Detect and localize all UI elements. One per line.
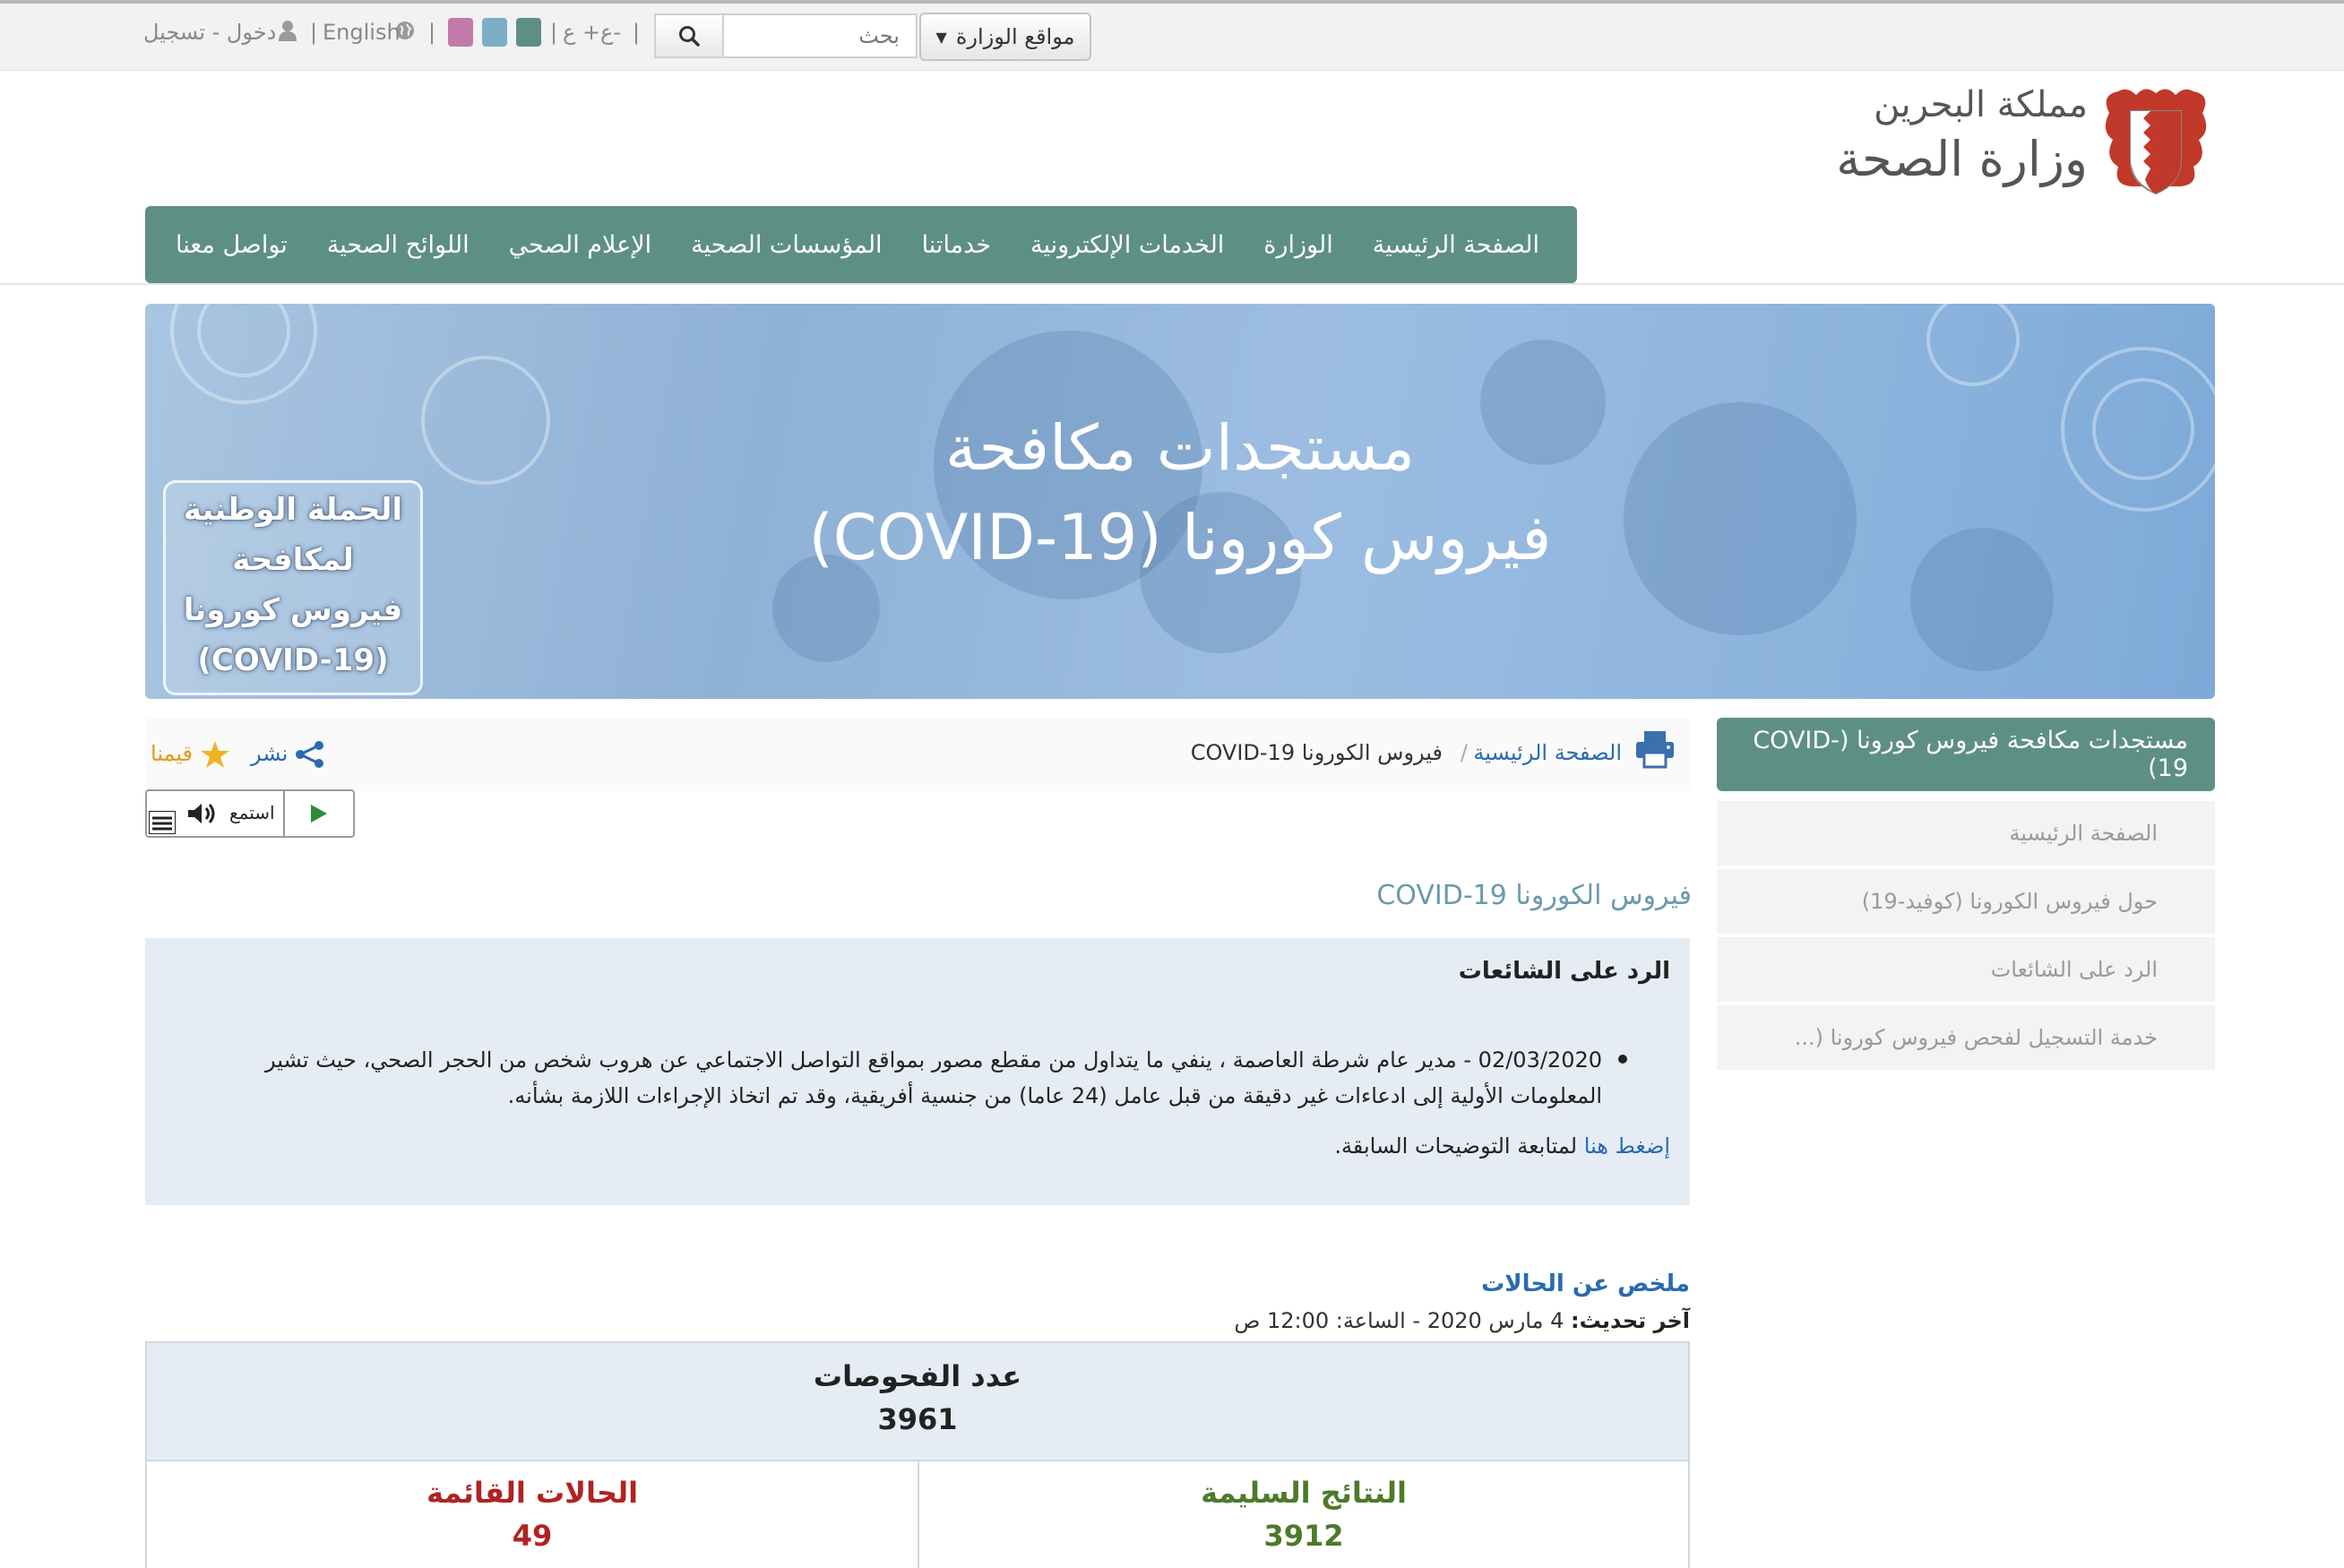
play-icon [311, 805, 327, 823]
nav-item-eservices[interactable]: الخدمات الإلكترونية [1011, 231, 1244, 259]
breadcrumb-bar [145, 718, 1690, 791]
banner-title-line1: مستجدات مكافحة [944, 411, 1416, 485]
listen-label: استمع [229, 802, 275, 823]
theme-swatch-green[interactable] [516, 18, 541, 47]
share-icon [295, 741, 323, 768]
logo-line2: وزارة الصحة [1836, 131, 2088, 187]
star-icon [200, 741, 229, 768]
rumors-title: الرد على الشائعات [1458, 958, 1670, 985]
previous-clarifications: إضغط هنا لمتابعة التوضيحات السابقة. [1334, 1133, 1670, 1159]
active-label: الحالات القائمة [426, 1476, 639, 1510]
tests-label: عدد الفحوصات [813, 1359, 1022, 1393]
divider: | [310, 20, 318, 45]
tests-cell: عدد الفحوصات 3961 [147, 1343, 1688, 1461]
search-icon [679, 26, 700, 47]
nav-item-health-media[interactable]: الإعلام الصحي [489, 231, 672, 259]
covid-banner: مستجدات مكافحة فيروس كورونا (COVID-19) ا… [145, 304, 2215, 699]
cases-summary-table: عدد الفحوصات 3961 النتائج السليمة 3912 ا… [145, 1341, 1690, 1568]
share-label: نشر [251, 741, 289, 766]
sidebar-item-rumors[interactable]: الرد على الشائعات [1717, 937, 2215, 1002]
header-divider [0, 283, 2344, 285]
breadcrumb-current: فيروس الكورونا COVID-19 [1190, 740, 1443, 765]
click-here-link[interactable]: إضغط هنا [1584, 1133, 1670, 1159]
follow-previous-text: لمتابعة التوضيحات السابقة. [1334, 1133, 1578, 1159]
negative-value: 3912 [1263, 1519, 1344, 1553]
nav-item-home[interactable]: الصفحة الرئيسية [1353, 231, 1559, 259]
rumors-box: الرد على الشائعات 02/03/2020 - مدير عام … [145, 938, 1690, 1205]
nav-item-ministry[interactable]: الوزارة [1244, 231, 1352, 259]
active-value: 49 [512, 1519, 553, 1553]
last-update-value: 4 مارس 2020 - الساعة: 12:00 ص [1234, 1308, 1564, 1333]
login-register-link[interactable]: دخول - تسجيل [143, 20, 276, 45]
sidebar-item-about-covid[interactable]: حول فيروس الكورونا (كوفيد-19) [1717, 869, 2215, 934]
play-button[interactable] [283, 791, 353, 836]
last-update-label: آخر تحديث: [1571, 1308, 1690, 1333]
last-update: آخر تحديث: 4 مارس 2020 - الساعة: 12:00 ص [1234, 1308, 1690, 1333]
user-icon [278, 20, 297, 47]
caret-down-icon: ▼ [935, 28, 947, 46]
sidebar-item-home[interactable]: الصفحة الرئيسية [1717, 801, 2215, 866]
tests-value: 3961 [877, 1402, 958, 1436]
divider: | [428, 20, 436, 45]
divider: | [633, 20, 641, 45]
divider: | [550, 20, 558, 45]
negative-label: النتائج السليمة [1201, 1476, 1407, 1510]
nav-item-health-regulations[interactable]: اللوائح الصحية [307, 231, 489, 259]
speaker-icon [188, 804, 215, 823]
bahrain-crest-icon [2105, 89, 2207, 195]
language-link[interactable]: English [323, 20, 401, 45]
sidebar-item-registration[interactable]: خدمة التسجيل لفحص فيروس كورونا (... [1717, 1005, 2215, 1070]
ministry-sites-label: مواقع الوزارة [955, 24, 1075, 49]
breadcrumb-home[interactable]: الصفحة الرئيسية [1473, 740, 1622, 765]
national-campaign-badge[interactable]: الحملة الوطنية لمكافحة فيروس كورونا (COV… [163, 480, 423, 695]
font-size-controls[interactable]: ع+ ع- [563, 20, 621, 45]
search-button[interactable] [654, 13, 724, 58]
campaign-line: لمكافحة [232, 542, 354, 578]
search-input[interactable] [722, 13, 918, 58]
campaign-line: فيروس كورونا [183, 592, 403, 628]
rate-label: قيمنا [151, 741, 194, 766]
share-button[interactable]: نشر [251, 740, 325, 769]
bullet-icon [1618, 1055, 1627, 1064]
nav-item-health-facilities[interactable]: المؤسسات الصحية [671, 231, 901, 259]
main-navbar: الصفحة الرئيسية الوزارة الخدمات الإلكترو… [145, 206, 1577, 283]
negative-results-cell: النتائج السليمة 3912 [918, 1461, 1688, 1568]
summary-title: ملخص عن الحالات [1481, 1271, 1690, 1297]
theme-swatch-blue[interactable] [482, 18, 507, 47]
rumor-item: 02/03/2020 - مدير عام شرطة العاصمة ، ينف… [265, 1047, 1602, 1108]
banner-title-line2: فيروس كورونا (COVID-19) [808, 501, 1552, 574]
nav-item-services[interactable]: خدماتنا [902, 231, 1011, 259]
ministry-sites-dropdown[interactable]: مواقع الوزارة ▼ [919, 13, 1091, 61]
print-icon[interactable] [1634, 729, 1676, 769]
rate-button[interactable]: قيمنا [151, 740, 230, 769]
sidebar-title[interactable]: مستجدات مكافحة فيروس كورونا (COVID-19) [1717, 718, 2215, 791]
breadcrumb-separator: / [1460, 740, 1468, 765]
logo-line1: مملكة البحرين [1874, 84, 2088, 125]
active-cases-cell: الحالات القائمة 49 [147, 1461, 918, 1568]
campaign-line: الحملة الوطنية [183, 492, 403, 528]
page-title: فيروس الكورونا COVID-19 [1376, 880, 1692, 911]
nav-item-contact[interactable]: تواصل معنا [156, 231, 307, 259]
listen-player[interactable]: استمع [145, 789, 355, 838]
campaign-line: (COVID-19) [197, 642, 389, 678]
theme-swatch-pink[interactable] [448, 18, 473, 47]
menu-icon[interactable] [149, 811, 176, 834]
